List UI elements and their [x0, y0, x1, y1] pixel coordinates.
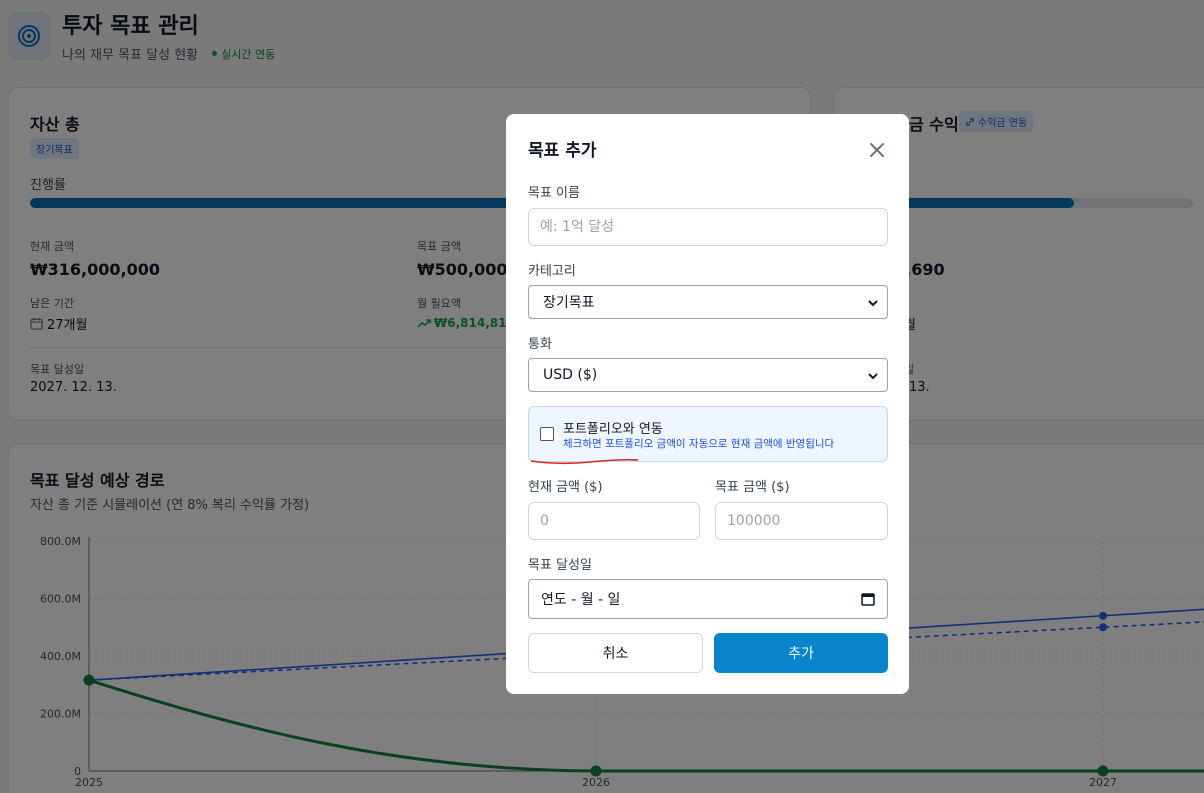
target-amount-input[interactable] [715, 502, 888, 540]
close-button[interactable] [866, 139, 888, 161]
target-date-placeholder: 연도 - 월 - 일 [541, 592, 621, 608]
category-select[interactable]: 장기목표 [528, 285, 888, 319]
currency-value: USD ($) [543, 367, 598, 383]
current-amount-label: 현재 금액 ($) [528, 480, 603, 495]
annotation-underline [530, 458, 639, 465]
portfolio-link-panel: 포트폴리오와 연동 체크하면 포트폴리오 금액이 자동으로 현재 금액에 반영됩… [528, 406, 888, 462]
target-date-input[interactable]: 연도 - 월 - 일 [528, 579, 888, 619]
target-date-label: 목표 달성일 [528, 558, 592, 573]
portfolio-link-description: 체크하면 포트폴리오 금액이 자동으로 현재 금액에 반영됩니다 [563, 438, 835, 450]
calendar-icon[interactable] [861, 592, 875, 606]
goal-name-label: 목표 이름 [528, 186, 580, 201]
close-icon [870, 143, 884, 157]
chevron-down-icon [868, 373, 878, 380]
currency-label: 통화 [528, 337, 552, 352]
cancel-button[interactable]: 취소 [528, 633, 703, 673]
modal-title: 목표 추가 [528, 141, 597, 161]
portfolio-link-title: 포트폴리오와 연동 [563, 422, 663, 437]
category-label: 카테고리 [528, 264, 576, 279]
portfolio-link-checkbox[interactable] [540, 427, 554, 441]
target-amount-label: 목표 금액 ($) [715, 480, 790, 495]
current-amount-input[interactable] [528, 502, 700, 540]
goal-name-input[interactable] [528, 208, 888, 246]
add-button[interactable]: 추가 [714, 633, 888, 673]
category-value: 장기목표 [543, 295, 595, 311]
add-goal-modal: 목표 추가 목표 이름 카테고리 장기목표 통화 USD ($) 포트폴리오와 … [506, 114, 909, 694]
chevron-down-icon [868, 300, 878, 307]
currency-select[interactable]: USD ($) [528, 358, 888, 392]
